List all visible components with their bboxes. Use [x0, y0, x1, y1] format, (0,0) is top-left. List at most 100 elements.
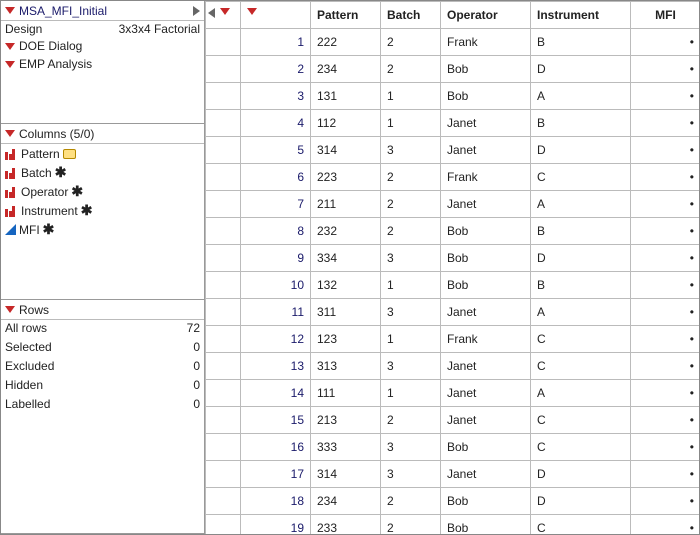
- cell-pattern[interactable]: 112: [311, 110, 381, 137]
- table-row[interactable]: 101321BobB•: [206, 272, 700, 299]
- cell-operator[interactable]: Bob: [441, 218, 531, 245]
- row-marker[interactable]: [206, 353, 241, 380]
- table-row[interactable]: 72112JanetA•: [206, 191, 700, 218]
- table-row[interactable]: 121231FrankC•: [206, 326, 700, 353]
- row-number[interactable]: 18: [241, 488, 311, 515]
- row-marker[interactable]: [206, 380, 241, 407]
- cell-batch[interactable]: 1: [381, 326, 441, 353]
- table-row[interactable]: 53143JanetD•: [206, 137, 700, 164]
- cell-batch[interactable]: 1: [381, 110, 441, 137]
- cell-instrument[interactable]: C: [531, 353, 631, 380]
- columns-header[interactable]: Columns (5/0): [1, 124, 204, 144]
- hotspot-icon[interactable]: [220, 8, 230, 15]
- row-marker[interactable]: [206, 218, 241, 245]
- cell-mfi[interactable]: •: [631, 56, 700, 83]
- table-row[interactable]: 62232FrankC•: [206, 164, 700, 191]
- table-row[interactable]: 113113JanetA•: [206, 299, 700, 326]
- cell-operator[interactable]: Bob: [441, 56, 531, 83]
- cell-pattern[interactable]: 333: [311, 434, 381, 461]
- cell-pattern[interactable]: 223: [311, 164, 381, 191]
- rows-stat-labelled[interactable]: Labelled0: [1, 396, 204, 415]
- row-marker[interactable]: [206, 515, 241, 535]
- cell-mfi[interactable]: •: [631, 353, 700, 380]
- cell-batch[interactable]: 1: [381, 380, 441, 407]
- cell-batch[interactable]: 3: [381, 137, 441, 164]
- table-row[interactable]: 12222FrankB•: [206, 29, 700, 56]
- cell-instrument[interactable]: A: [531, 380, 631, 407]
- cell-batch[interactable]: 2: [381, 164, 441, 191]
- cell-pattern[interactable]: 211: [311, 191, 381, 218]
- cell-operator[interactable]: Bob: [441, 515, 531, 535]
- cell-pattern[interactable]: 314: [311, 461, 381, 488]
- hotspot-icon[interactable]: [247, 8, 257, 15]
- cell-instrument[interactable]: D: [531, 245, 631, 272]
- doe-dialog-item[interactable]: DOE Dialog: [1, 37, 204, 55]
- corner-cell-right[interactable]: [241, 2, 311, 29]
- cell-operator[interactable]: Bob: [441, 488, 531, 515]
- cell-instrument[interactable]: C: [531, 407, 631, 434]
- cell-batch[interactable]: 2: [381, 29, 441, 56]
- row-number[interactable]: 13: [241, 353, 311, 380]
- row-number[interactable]: 16: [241, 434, 311, 461]
- cell-instrument[interactable]: A: [531, 83, 631, 110]
- cell-mfi[interactable]: •: [631, 245, 700, 272]
- col-header-instrument[interactable]: Instrument: [531, 2, 631, 29]
- data-table[interactable]: Pattern Batch Operator Instrument MFI 12…: [205, 1, 699, 534]
- row-marker[interactable]: [206, 488, 241, 515]
- cell-operator[interactable]: Frank: [441, 29, 531, 56]
- cell-batch[interactable]: 1: [381, 272, 441, 299]
- cell-instrument[interactable]: B: [531, 29, 631, 56]
- row-number[interactable]: 9: [241, 245, 311, 272]
- cell-batch[interactable]: 2: [381, 488, 441, 515]
- cell-mfi[interactable]: •: [631, 29, 700, 56]
- row-number[interactable]: 1: [241, 29, 311, 56]
- cell-instrument[interactable]: D: [531, 461, 631, 488]
- cell-pattern[interactable]: 234: [311, 56, 381, 83]
- row-number[interactable]: 8: [241, 218, 311, 245]
- table-row[interactable]: 31311BobA•: [206, 83, 700, 110]
- cell-mfi[interactable]: •: [631, 407, 700, 434]
- cell-pattern[interactable]: 233: [311, 515, 381, 535]
- column-item-pattern[interactable]: Pattern: [1, 144, 204, 163]
- row-number[interactable]: 15: [241, 407, 311, 434]
- row-marker[interactable]: [206, 407, 241, 434]
- cell-instrument[interactable]: B: [531, 218, 631, 245]
- row-marker[interactable]: [206, 245, 241, 272]
- row-marker[interactable]: [206, 137, 241, 164]
- disclosure-icon[interactable]: [5, 7, 15, 14]
- cell-batch[interactable]: 2: [381, 56, 441, 83]
- cell-batch[interactable]: 1: [381, 83, 441, 110]
- table-row[interactable]: 182342BobD•: [206, 488, 700, 515]
- cell-mfi[interactable]: •: [631, 380, 700, 407]
- rows-header[interactable]: Rows: [1, 300, 204, 320]
- cell-instrument[interactable]: C: [531, 326, 631, 353]
- cell-pattern[interactable]: 132: [311, 272, 381, 299]
- row-number[interactable]: 10: [241, 272, 311, 299]
- cell-mfi[interactable]: •: [631, 299, 700, 326]
- cell-mfi[interactable]: •: [631, 164, 700, 191]
- row-marker[interactable]: [206, 29, 241, 56]
- column-item-batch[interactable]: Batch✱: [1, 163, 204, 182]
- row-number[interactable]: 4: [241, 110, 311, 137]
- cell-batch[interactable]: 2: [381, 218, 441, 245]
- cell-operator[interactable]: Frank: [441, 164, 531, 191]
- cell-pattern[interactable]: 131: [311, 83, 381, 110]
- disclosure-icon[interactable]: [5, 43, 15, 50]
- disclosure-icon[interactable]: [5, 130, 15, 137]
- table-row[interactable]: 41121JanetB•: [206, 110, 700, 137]
- cell-mfi[interactable]: •: [631, 191, 700, 218]
- corner-cell-left[interactable]: [206, 2, 241, 29]
- row-number[interactable]: 2: [241, 56, 311, 83]
- cell-operator[interactable]: Janet: [441, 110, 531, 137]
- row-marker[interactable]: [206, 110, 241, 137]
- table-row[interactable]: 141111JanetA•: [206, 380, 700, 407]
- cell-pattern[interactable]: 334: [311, 245, 381, 272]
- rows-stat-all-rows[interactable]: All rows72: [1, 320, 204, 339]
- cell-pattern[interactable]: 314: [311, 137, 381, 164]
- cell-mfi[interactable]: •: [631, 488, 700, 515]
- cell-operator[interactable]: Janet: [441, 380, 531, 407]
- cell-pattern[interactable]: 222: [311, 29, 381, 56]
- table-row[interactable]: 163333BobC•: [206, 434, 700, 461]
- row-number[interactable]: 19: [241, 515, 311, 535]
- cell-operator[interactable]: Bob: [441, 83, 531, 110]
